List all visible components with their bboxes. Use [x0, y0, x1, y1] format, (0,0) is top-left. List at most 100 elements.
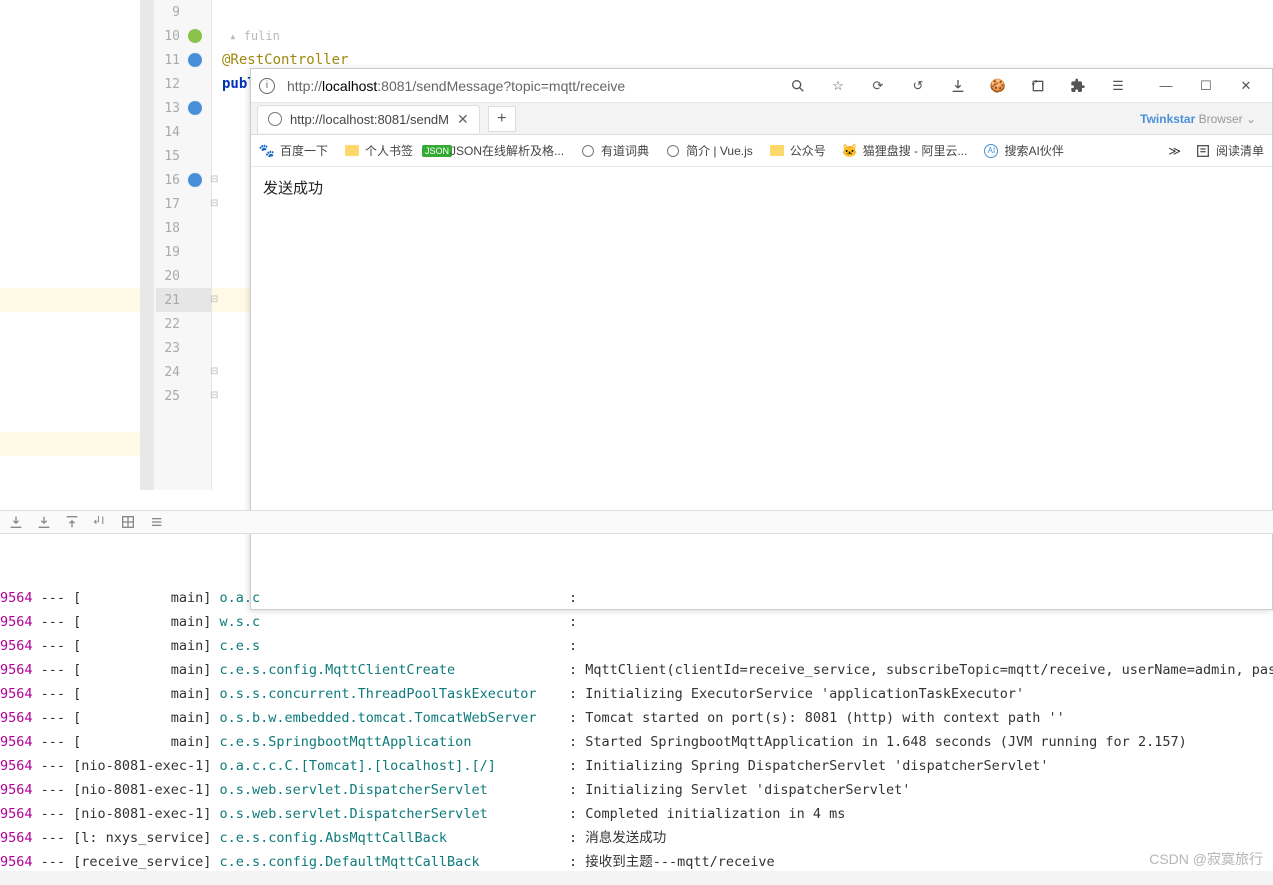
- download-icon[interactable]: [946, 74, 970, 98]
- bookmark-overflow-icon[interactable]: ≫: [1168, 144, 1181, 158]
- bean-icon[interactable]: [188, 53, 202, 67]
- bookmark-item[interactable]: 个人书签: [344, 142, 413, 159]
- paw-icon: 🐾: [259, 143, 275, 159]
- log-line: 9564 --- [ main] w.s.c :: [0, 610, 1273, 634]
- watermark: CSDN @寂寞旅行: [1149, 849, 1263, 869]
- gutter-line[interactable]: 17: [156, 192, 216, 216]
- response-text: 发送成功: [263, 180, 323, 197]
- globe-icon: [580, 143, 596, 159]
- cookie-icon[interactable]: 🍪: [986, 74, 1010, 98]
- zoom-icon[interactable]: [786, 74, 810, 98]
- ai-icon: AI: [983, 143, 999, 159]
- log-line: 9564 --- [l: nxys_service] c.e.s.config.…: [0, 826, 1273, 850]
- line-number: 22: [156, 317, 182, 332]
- address-bar[interactable]: http://localhost:8081/sendMessage?topic=…: [287, 78, 776, 94]
- export-down-icon[interactable]: [8, 514, 24, 530]
- highlight-bar-24: [0, 432, 155, 456]
- bookmark-item[interactable]: 🐾 百度一下: [259, 142, 328, 159]
- console-toolbar: ↲I: [0, 510, 1273, 534]
- log-line: 9564 --- [ main] o.a.c :: [0, 586, 1273, 610]
- bookmark-label: 个人书签: [365, 142, 413, 159]
- maximize-icon[interactable]: ☐: [1194, 74, 1218, 98]
- bookmark-item[interactable]: 简介 | Vue.js: [665, 142, 753, 159]
- line-number: 20: [156, 269, 182, 284]
- bean-icon[interactable]: [188, 101, 202, 115]
- soft-wrap-icon[interactable]: ↲I: [92, 514, 108, 530]
- fold-marker-icon[interactable]: ⊟: [210, 198, 220, 209]
- author-hint: ▴ fulin: [220, 24, 1273, 48]
- gutter-line[interactable]: 14: [156, 120, 216, 144]
- gutter-line[interactable]: 16: [156, 168, 216, 192]
- list-icon[interactable]: [148, 514, 164, 530]
- bookmark-item[interactable]: JSONJSON在线解析及格...: [429, 142, 564, 159]
- fold-marker-icon[interactable]: ⊟: [210, 366, 220, 377]
- cat-icon: 🐱: [842, 143, 858, 159]
- extensions-icon[interactable]: [1066, 74, 1090, 98]
- log-line: 9564 --- [ main] c.e.s.SpringbootMqttApp…: [0, 730, 1273, 754]
- site-info-icon[interactable]: i: [259, 78, 275, 94]
- bookmark-label: JSON在线解析及格...: [450, 142, 564, 159]
- bookmark-label: 有道词典: [601, 142, 649, 159]
- line-number: 13: [156, 101, 182, 116]
- folder-icon: [344, 143, 360, 159]
- log-line: 9564 --- [nio-8081-exec-1] o.s.web.servl…: [0, 802, 1273, 826]
- reading-list-button[interactable]: 阅读清单: [1195, 142, 1264, 159]
- star-icon[interactable]: ☆: [826, 74, 850, 98]
- bookmark-label: 公众号: [790, 142, 826, 159]
- globe-icon: [665, 143, 681, 159]
- menu-icon[interactable]: ☰: [1106, 74, 1130, 98]
- bookmark-label: 猫狸盘搜 - 阿里云...: [863, 142, 968, 159]
- status-bar: [0, 871, 1273, 885]
- bookmark-label: 搜索AI伙伴: [1004, 142, 1063, 159]
- gutter-line[interactable]: 11: [156, 48, 216, 72]
- gutter-line[interactable]: 18: [156, 216, 216, 240]
- line-number: 11: [156, 53, 182, 68]
- gutter-line[interactable]: 12: [156, 72, 216, 96]
- gutter-strip: [140, 0, 154, 490]
- gutter-line[interactable]: 20: [156, 264, 216, 288]
- gutter-line[interactable]: 22: [156, 312, 216, 336]
- gutter-line[interactable]: 23: [156, 336, 216, 360]
- spring-icon[interactable]: [188, 29, 202, 43]
- line-number: 23: [156, 341, 182, 356]
- gutter-line[interactable]: 10: [156, 24, 216, 48]
- bookmark-item[interactable]: AI 搜索AI伙伴: [983, 142, 1063, 159]
- gutter-line[interactable]: 15: [156, 144, 216, 168]
- close-window-icon[interactable]: ✕: [1234, 74, 1258, 98]
- fold-marker-icon[interactable]: ⊟: [210, 294, 220, 305]
- new-tab-button[interactable]: +: [488, 106, 516, 132]
- browser-tab[interactable]: http://localhost:8081/sendM ✕: [257, 105, 480, 133]
- gutter-line[interactable]: 24: [156, 360, 216, 384]
- bookmark-item[interactable]: 🐱 猫狸盘搜 - 阿里云...: [842, 142, 968, 159]
- browser-brand: Twinkstar Browser ⌄: [1140, 112, 1256, 126]
- log-line: 9564 --- [ main] o.s.s.concurrent.Thread…: [0, 682, 1273, 706]
- reload-icon[interactable]: ⟳: [866, 74, 890, 98]
- minimize-icon[interactable]: —: [1154, 74, 1178, 98]
- gutter-line[interactable]: 25: [156, 384, 216, 408]
- page-content: 发送成功: [251, 167, 1272, 208]
- line-number: 18: [156, 221, 182, 236]
- line-number: 10: [156, 29, 182, 44]
- log-line: 9564 --- [nio-8081-exec-1] o.s.web.servl…: [0, 778, 1273, 802]
- line-number: 17: [156, 197, 182, 212]
- gutter-line[interactable]: 9: [156, 0, 216, 24]
- console-log[interactable]: 9564 --- [ main] o.a.c : 9564 --- [ main…: [0, 534, 1273, 871]
- globe-icon: [268, 112, 282, 126]
- history-icon[interactable]: ↺: [906, 74, 930, 98]
- fold-marker-icon[interactable]: ⊟: [210, 174, 220, 185]
- bookmark-item[interactable]: 公众号: [769, 142, 826, 159]
- fold-marker-icon[interactable]: ⊟: [210, 390, 220, 401]
- bookmark-label: 百度一下: [280, 142, 328, 159]
- table-icon[interactable]: [120, 514, 136, 530]
- export-down-icon-2[interactable]: [36, 514, 52, 530]
- tab-close-icon[interactable]: ✕: [457, 111, 469, 128]
- gutter-line[interactable]: 21: [156, 288, 216, 312]
- export-up-icon[interactable]: [64, 514, 80, 530]
- log-line: 9564 --- [ main] c.e.s.config.MqttClient…: [0, 658, 1273, 682]
- line-number: 21: [156, 293, 182, 308]
- gutter-line[interactable]: 19: [156, 240, 216, 264]
- bookmark-item[interactable]: 有道词典: [580, 142, 649, 159]
- screenshot-icon[interactable]: [1026, 74, 1050, 98]
- bean-icon[interactable]: [188, 173, 202, 187]
- gutter-line[interactable]: 13: [156, 96, 216, 120]
